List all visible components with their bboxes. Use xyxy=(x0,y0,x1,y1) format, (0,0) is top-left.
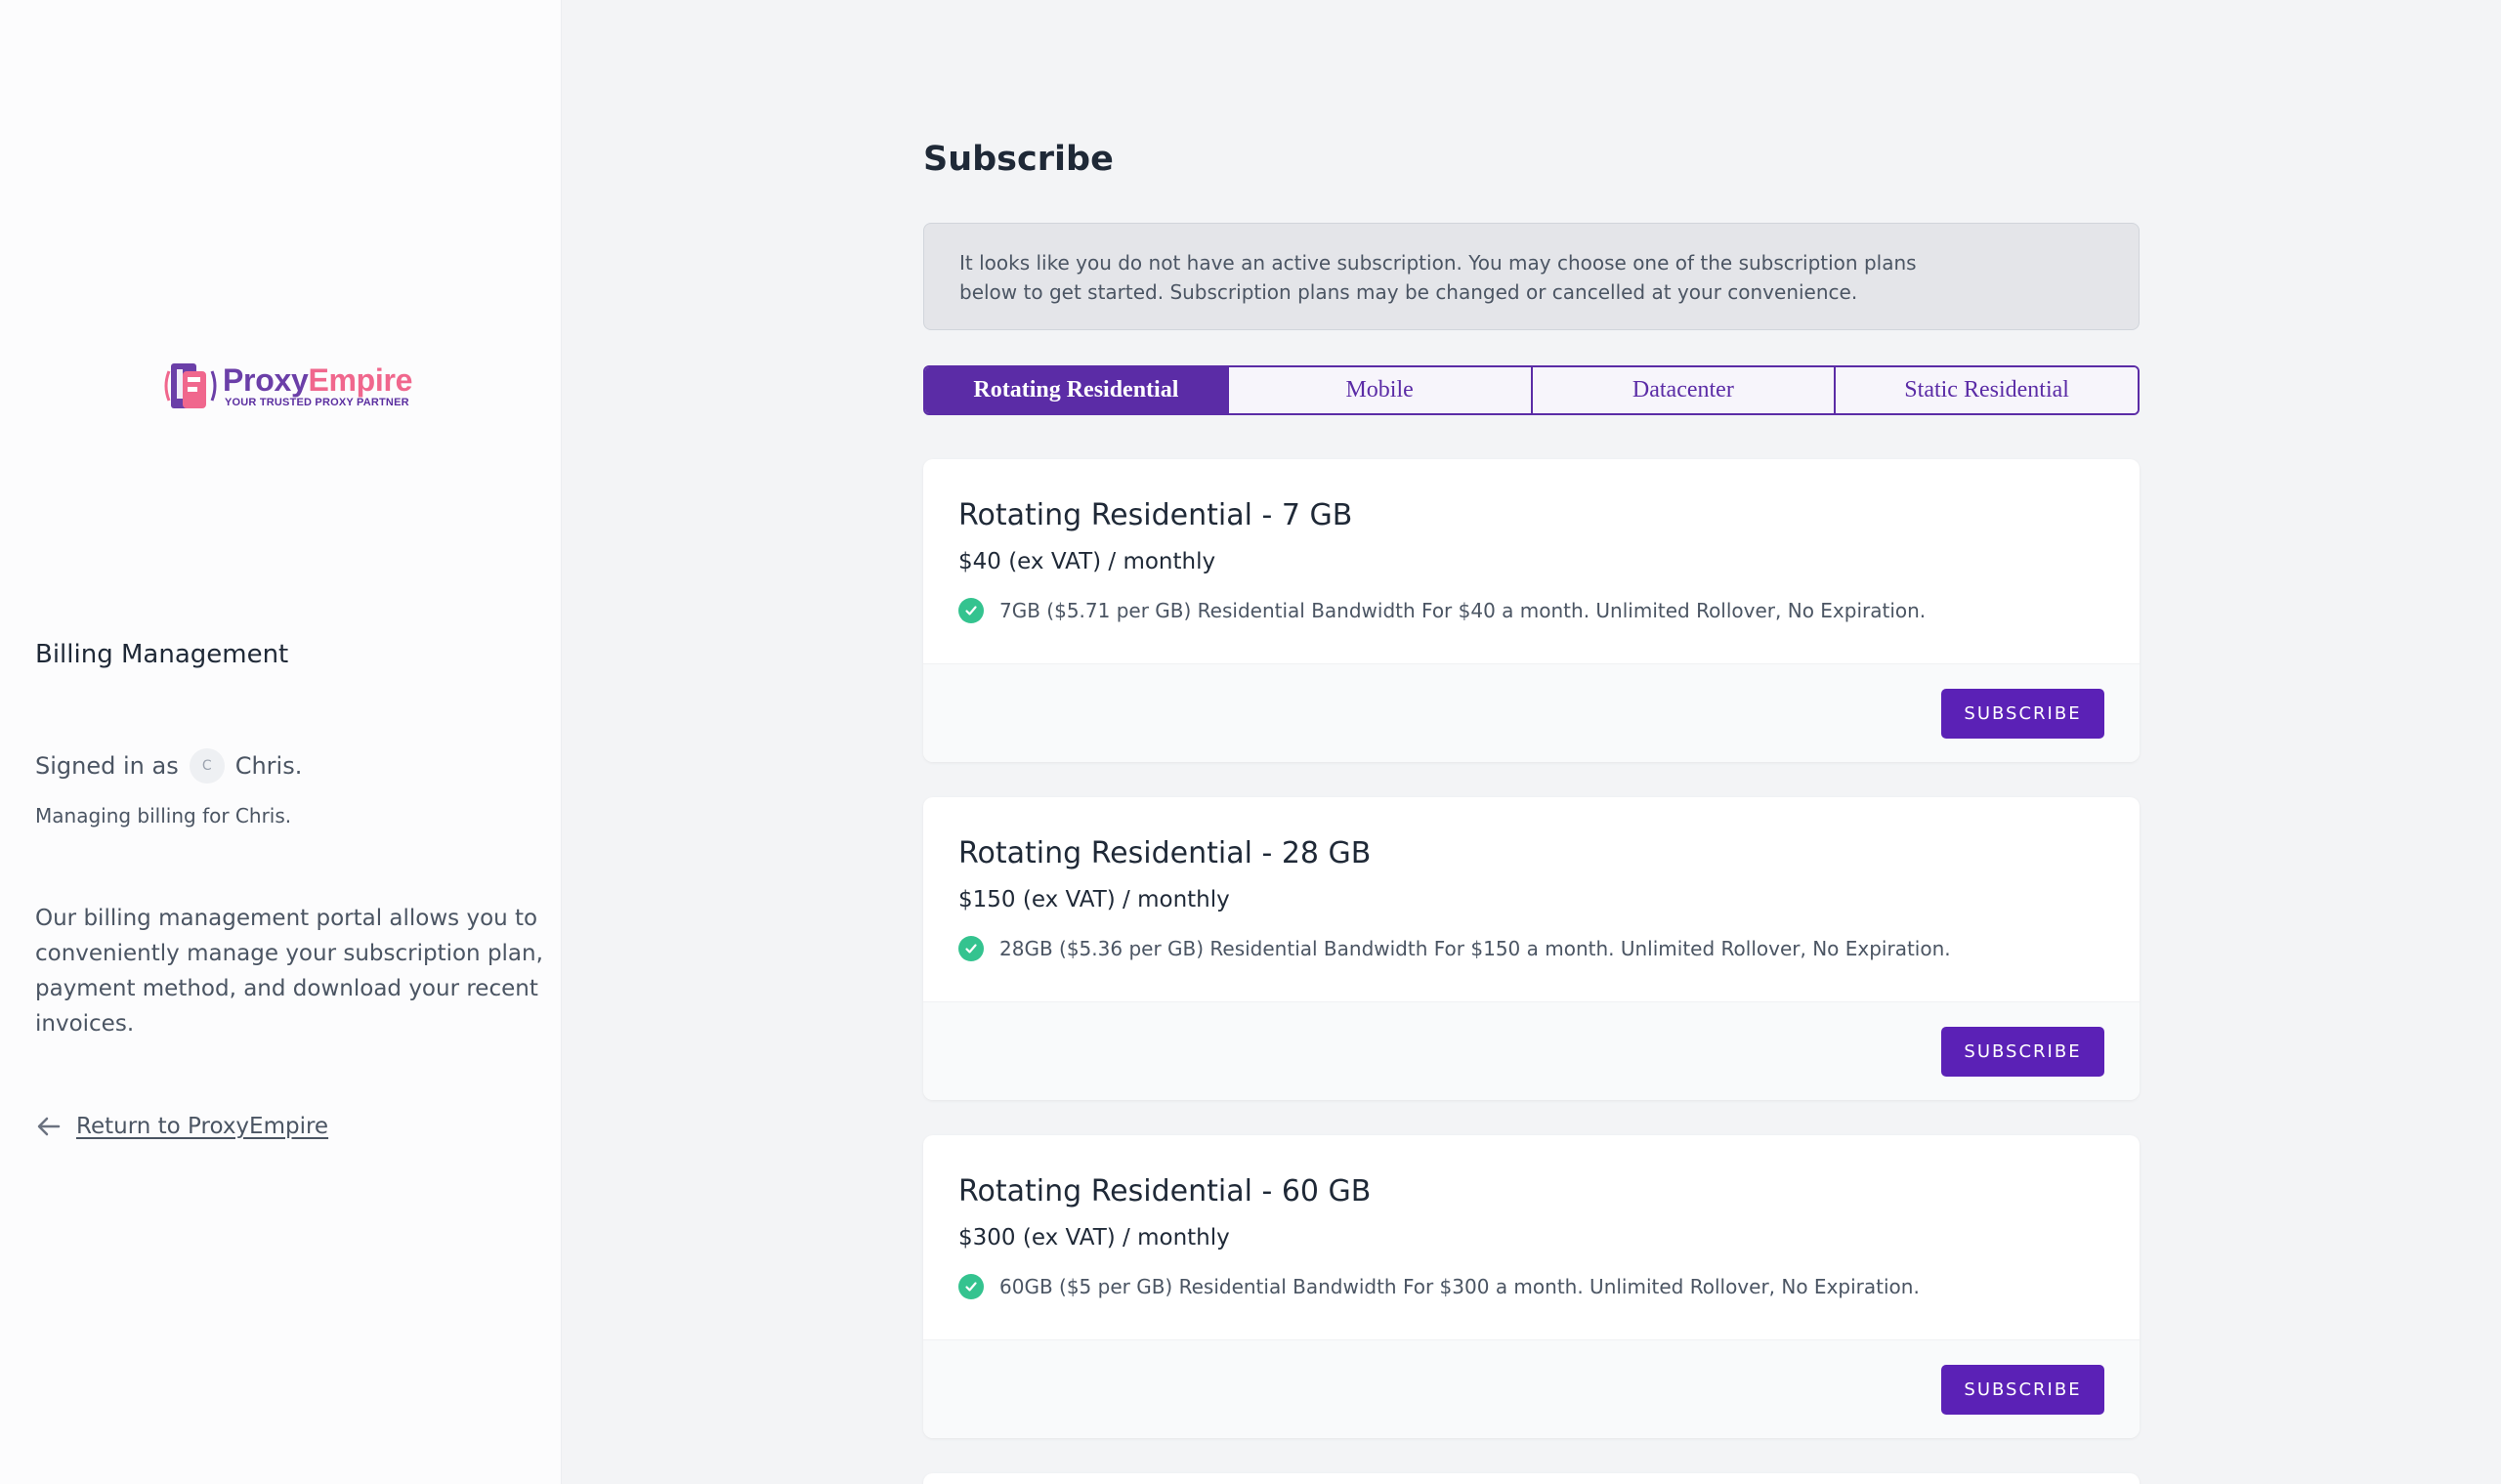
plan-footer: SUBSCRIBE xyxy=(923,663,2140,762)
logo-tagline: YOUR TRUSTED PROXY PARTNER xyxy=(225,397,409,408)
tab-datacenter[interactable]: Datacenter xyxy=(1530,367,1835,413)
plan-footer: SUBSCRIBE xyxy=(923,1339,2140,1438)
managing-billing-text: Managing billing for Chris. xyxy=(35,804,292,827)
return-link[interactable]: Return to ProxyEmpire xyxy=(35,1113,328,1140)
check-circle-icon xyxy=(958,598,984,623)
plan-feature-text: 28GB ($5.36 per GB) Residential Bandwidt… xyxy=(999,937,1951,960)
plan-title: Rotating Residential - 28 GB xyxy=(958,836,1372,870)
check-circle-icon xyxy=(958,1274,984,1299)
billing-management-title: Billing Management xyxy=(35,640,289,669)
logo-wordmark: ProxyEmpire xyxy=(223,362,413,398)
plan-feature-text: 60GB ($5 per GB) Residential Bandwidth F… xyxy=(999,1275,1920,1298)
plan-feature-text: 7GB ($5.71 per GB) Residential Bandwidth… xyxy=(999,599,1927,622)
sidebar: ProxyEmpire YOUR TRUSTED PROXY PARTNER B… xyxy=(0,0,562,1484)
subscribe-button[interactable]: SUBSCRIBE xyxy=(1941,1027,2104,1077)
plan-title: Rotating Residential - 7 GB xyxy=(958,498,1353,532)
portal-description: Our billing management portal allows you… xyxy=(35,906,543,1037)
page-title: Subscribe xyxy=(923,140,1114,179)
tab-rotating-residential[interactable]: Rotating Residential xyxy=(925,367,1227,413)
subscribe-button[interactable]: SUBSCRIBE xyxy=(1941,689,2104,739)
logo-mark-icon xyxy=(163,358,220,414)
tab-static-residential[interactable]: Static Residential xyxy=(1834,367,2138,413)
plan-category-tabs: Rotating Residential Mobile Datacenter S… xyxy=(923,365,2140,415)
plan-card: Rotating Residential - 60 GB $300 (ex VA… xyxy=(923,1135,2140,1438)
plan-card-partial xyxy=(923,1473,2140,1484)
plan-feature: 60GB ($5 per GB) Residential Bandwidth F… xyxy=(958,1274,1920,1299)
plan-price: $300 (ex VAT) / monthly xyxy=(958,1225,1230,1251)
notice-text: It looks like you do not have an active … xyxy=(959,251,1917,304)
plan-feature: 28GB ($5.36 per GB) Residential Bandwidt… xyxy=(958,936,1951,961)
avatar: C xyxy=(189,748,225,784)
signed-in-info: Signed in as C Chris. xyxy=(35,748,302,784)
return-link-label[interactable]: Return to ProxyEmpire xyxy=(76,1114,328,1139)
plan-footer: SUBSCRIBE xyxy=(923,1001,2140,1100)
check-circle-icon xyxy=(958,936,984,961)
subscribe-button[interactable]: SUBSCRIBE xyxy=(1941,1365,2104,1415)
tab-mobile[interactable]: Mobile xyxy=(1226,367,1531,413)
plan-card: Rotating Residential - 28 GB $150 (ex VA… xyxy=(923,797,2140,1100)
no-subscription-notice: It looks like you do not have an active … xyxy=(923,223,2140,330)
plan-price: $150 (ex VAT) / monthly xyxy=(958,887,1230,912)
plan-title: Rotating Residential - 60 GB xyxy=(958,1174,1372,1208)
proxyempire-logo[interactable]: ProxyEmpire YOUR TRUSTED PROXY PARTNER xyxy=(163,358,412,414)
signed-in-label: Signed in as xyxy=(35,752,179,780)
plan-card: Rotating Residential - 7 GB $40 (ex VAT)… xyxy=(923,459,2140,762)
user-name: Chris. xyxy=(234,752,303,780)
plan-price: $40 (ex VAT) / monthly xyxy=(958,549,1216,574)
plan-feature: 7GB ($5.71 per GB) Residential Bandwidth… xyxy=(958,598,1926,623)
arrow-left-icon xyxy=(37,1117,61,1136)
